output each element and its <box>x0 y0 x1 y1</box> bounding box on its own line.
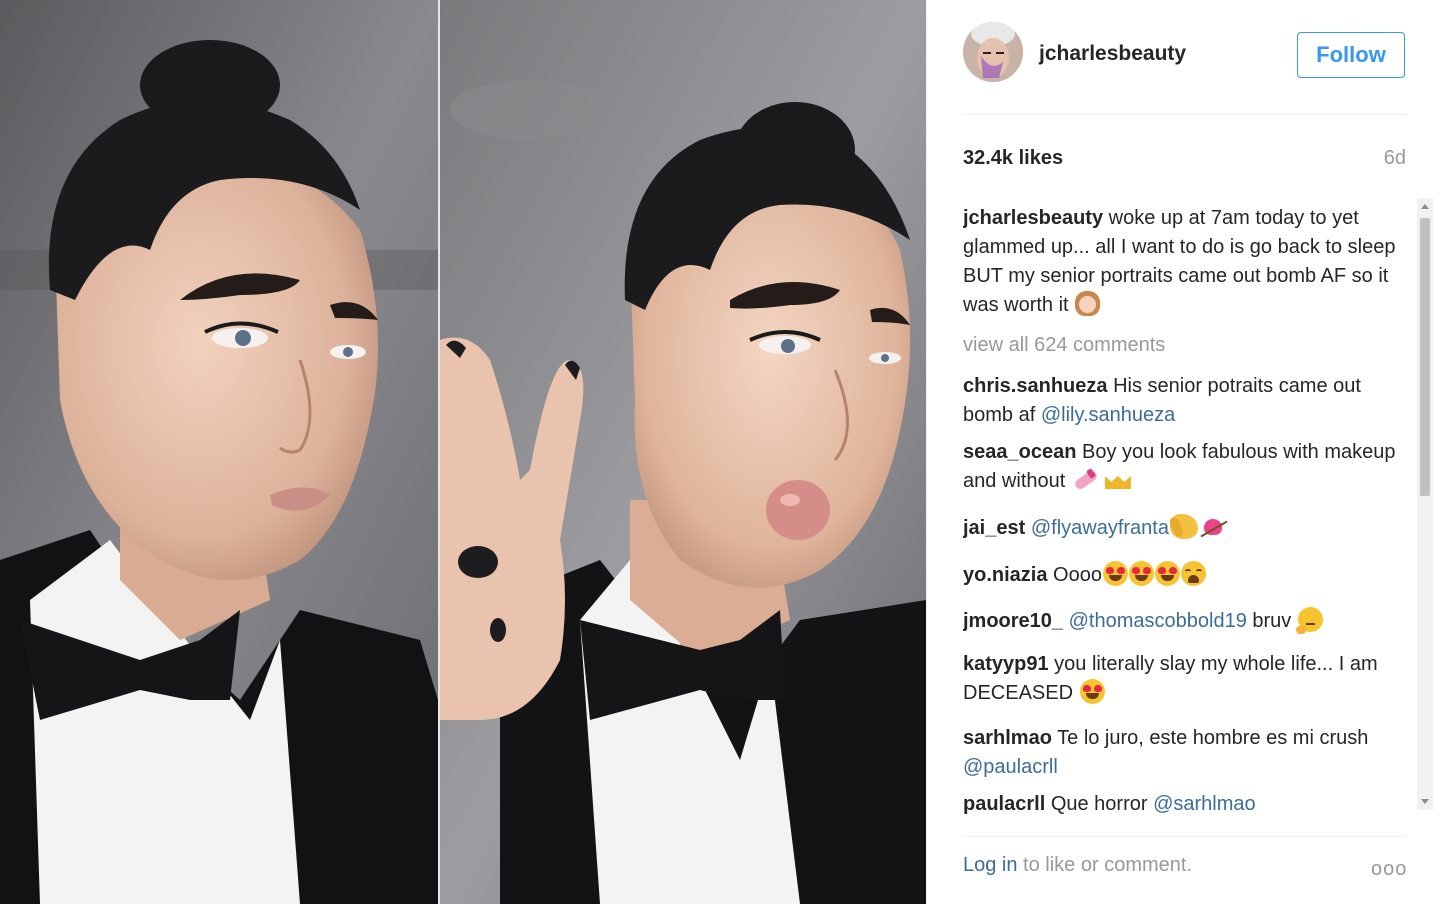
post-username[interactable]: jcharlesbeauty <box>1039 42 1186 66</box>
comment-username[interactable]: jai_est <box>963 517 1025 539</box>
heart-eyes-emoji-icon <box>1128 561 1154 586</box>
login-prompt: Log in to like or comment. <box>963 854 1192 877</box>
heart-eyes-emoji-icon <box>1079 679 1105 704</box>
post-header: jcharlesbeauty Follow <box>963 22 1407 86</box>
more-options-icon[interactable]: ooo <box>1371 858 1407 881</box>
comment-username[interactable]: yo.niazia <box>963 564 1047 586</box>
login-prompt-text: to like or comment. <box>1017 854 1193 876</box>
heart-eyes-emoji-icon <box>1154 561 1180 586</box>
login-link[interactable]: Log in <box>963 854 1018 876</box>
heart-with-arrow-emoji-icon <box>1199 514 1229 539</box>
heart-eyes-emoji-icon <box>1102 561 1128 586</box>
comments-scrollbar[interactable] <box>1417 198 1433 810</box>
comment-mention[interactable]: @paulacrll <box>963 756 1058 778</box>
portrait-photo-left <box>0 0 438 904</box>
comment-text: Te lo juro, este hombre es mi crush <box>1051 727 1369 749</box>
caption-username[interactable]: jcharlesbeauty <box>963 207 1103 229</box>
comment-item: seaa_ocean Boy you look fabulous with ma… <box>963 438 1403 496</box>
nail-polish-emoji-icon <box>1072 467 1102 492</box>
caption: jcharlesbeauty woke up at 7am today to y… <box>963 204 1403 320</box>
avatar[interactable] <box>963 22 1023 82</box>
post-sidebar: jcharlesbeauty Follow 32.4k likes 6d jch… <box>926 0 1440 904</box>
comment-mention[interactable]: @lily.sanhueza <box>1041 404 1175 426</box>
comment-username[interactable]: katyyp91 <box>963 653 1049 675</box>
comment-username[interactable]: seaa_ocean <box>963 441 1076 463</box>
comment-item: katyyp91 you literally slay my whole lif… <box>963 650 1403 708</box>
comment-item: yo.niazia Oooo <box>963 561 1403 590</box>
header-divider <box>963 114 1407 115</box>
thinking-face-emoji-icon <box>1295 607 1323 634</box>
clapping-hands-emoji-icon <box>1169 514 1198 539</box>
comment-item: jmoore10_ @thomascobbold19 bruv <box>963 607 1403 636</box>
scroll-up-arrow-icon[interactable] <box>1421 204 1429 209</box>
comment-mention[interactable]: @sarhlmao <box>1153 793 1256 815</box>
scroll-down-arrow-icon[interactable] <box>1421 799 1429 804</box>
follow-button[interactable]: Follow <box>1297 32 1405 78</box>
woman-tipping-hand-emoji-icon <box>1075 291 1101 316</box>
comment-item: sarhlmao Te lo juro, este hombre es mi c… <box>963 724 1403 782</box>
comment-username[interactable]: sarhlmao <box>963 727 1052 749</box>
avatar-image <box>963 22 1023 82</box>
comment-item: chris.sanhueza His senior potraits came … <box>963 372 1403 430</box>
comment-mention[interactable]: @thomascobbold19 <box>1069 610 1247 632</box>
comment-item: jai_est @flyawayfranta <box>963 514 1403 543</box>
portrait-photo-right <box>440 0 926 904</box>
scrollbar-thumb[interactable] <box>1420 218 1430 496</box>
post-photo[interactable] <box>0 0 926 904</box>
comments-list[interactable]: jcharlesbeauty woke up at 7am today to y… <box>963 200 1407 816</box>
comment-username[interactable]: paulacrll <box>963 793 1045 815</box>
crown-emoji-icon <box>1103 467 1133 492</box>
comment-text: Oooo <box>1047 564 1102 586</box>
likes-count[interactable]: 32.4k likes <box>963 147 1063 170</box>
footer-divider <box>963 836 1407 837</box>
post-age[interactable]: 6d <box>1384 147 1406 170</box>
comment-text: Que horror <box>1045 793 1154 815</box>
comment-username[interactable]: jmoore10_ <box>963 610 1063 632</box>
weary-face-emoji-icon <box>1180 561 1206 586</box>
photo-right-panel <box>440 0 926 904</box>
view-all-comments-link[interactable]: view all 624 comments <box>963 334 1165 357</box>
comment-text-tail: bruv <box>1246 610 1297 632</box>
photo-left-panel <box>0 0 438 904</box>
comment-mention[interactable]: @flyawayfranta <box>1031 517 1169 539</box>
comment-item: paulacrll Que horror @sarhlmao <box>963 790 1403 816</box>
comment-username[interactable]: chris.sanhueza <box>963 375 1108 397</box>
